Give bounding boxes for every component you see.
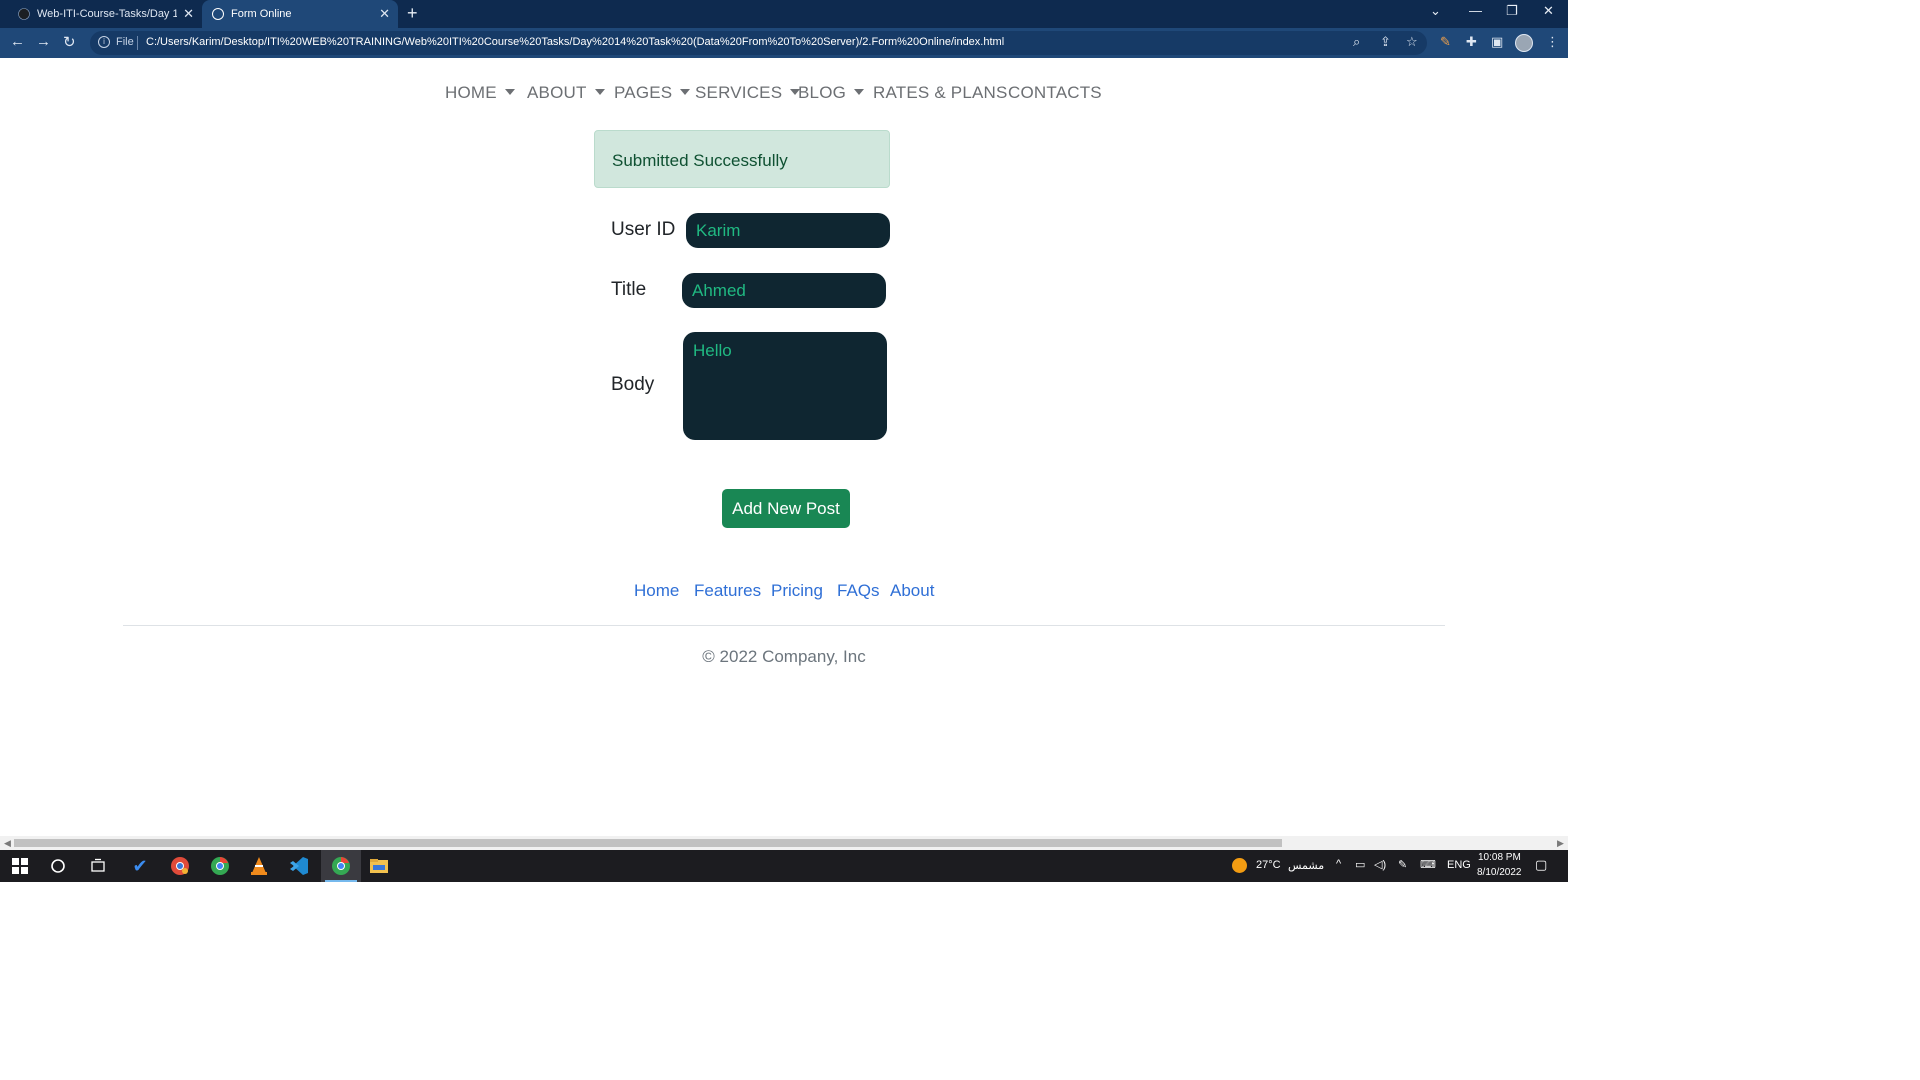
reload-icon[interactable]: ↻ [63, 33, 76, 51]
footer-divider [123, 625, 1445, 626]
nav-label: ABOUT [527, 83, 587, 102]
share-icon[interactable]: ⇪ [1380, 34, 1391, 50]
notifications-icon[interactable]: ▢ [1535, 857, 1547, 873]
menu-icon[interactable]: ⋮ [1546, 34, 1559, 50]
minimize-icon[interactable]: — [1469, 3, 1482, 18]
weather-sun-icon[interactable] [1232, 858, 1247, 873]
browser-titlebar: Web-ITI-Course-Tasks/Day 14 Ta ✕ Form On… [0, 0, 1568, 28]
bookmark-star-icon[interactable]: ☆ [1406, 34, 1418, 50]
clock-date[interactable]: 8/10/2022 [1477, 867, 1522, 878]
caret-down-icon [594, 89, 605, 95]
scroll-left-icon[interactable]: ◀ [4, 838, 11, 849]
nav-item-home[interactable]: HOME [445, 83, 515, 103]
start-icon[interactable] [10, 856, 30, 876]
extensions-icon[interactable]: ✚ [1466, 34, 1477, 50]
tab-form-online[interactable]: Form Online ✕ [202, 0, 398, 28]
show-hidden-icons-icon[interactable]: ^ [1336, 858, 1341, 870]
nav-item-rates-plans[interactable]: RATES & PLANS [873, 83, 1008, 103]
scrollbar-thumb[interactable] [14, 839, 1282, 847]
web-page: HOME ABOUT PAGES SERVICES BLOG RATES & P… [0, 58, 1568, 836]
nav-label: SERVICES [695, 83, 783, 102]
footer-link-home[interactable]: Home [634, 581, 679, 601]
restore-icon[interactable]: ❐ [1506, 3, 1518, 19]
add-new-post-button[interactable]: Add New Post [722, 489, 850, 528]
file-explorer-icon[interactable] [369, 856, 389, 876]
footer-navigation: Home Features Pricing FAQs About [0, 581, 1568, 605]
caret-down-icon [680, 89, 691, 95]
zoom-icon[interactable]: ⌕ [1353, 34, 1360, 50]
body-label: Body [611, 374, 655, 395]
tab-github[interactable]: Web-ITI-Course-Tasks/Day 14 Ta ✕ [18, 0, 202, 28]
pen-extension-icon[interactable]: ✎ [1440, 34, 1451, 50]
close-window-icon[interactable]: ✕ [1543, 3, 1554, 19]
chrome-active-icon[interactable] [331, 856, 351, 876]
keyboard-icon[interactable]: ⌨ [1420, 858, 1436, 871]
footer-link-faqs[interactable]: FAQs [837, 581, 880, 601]
footer-link-pricing[interactable]: Pricing [771, 581, 823, 601]
footer-link-features[interactable]: Features [694, 581, 761, 601]
back-icon[interactable]: ← [10, 33, 25, 50]
url-text[interactable]: C:/Users/Karim/Desktop/ITI%20WEB%20TRAIN… [146, 36, 1004, 48]
address-bar[interactable]: i File C:/Users/Karim/Desktop/ITI%20WEB%… [90, 31, 1427, 55]
nav-label: PAGES [614, 83, 673, 102]
title-input[interactable] [682, 273, 886, 308]
side-panel-icon[interactable]: ▣ [1491, 34, 1503, 50]
chrome-canary-icon[interactable] [170, 856, 190, 876]
horizontal-scrollbar[interactable]: ◀ ▶ [0, 836, 1568, 850]
tab-title: Form Online [231, 8, 292, 20]
nav-item-about[interactable]: ABOUT [527, 83, 605, 103]
pen-tray-icon[interactable]: ✎ [1398, 858, 1407, 871]
network-icon[interactable]: ▭ [1355, 858, 1365, 871]
user-id-label: User ID [611, 219, 676, 240]
nav-item-contacts[interactable]: CONTACTS [1008, 83, 1102, 103]
body-textarea[interactable]: Hello [683, 332, 887, 440]
copyright-text: © 2022 Company, Inc [702, 647, 866, 666]
globe-icon [212, 8, 224, 20]
clock-time[interactable]: 10:08 PM [1478, 852, 1521, 863]
info-icon[interactable]: i [98, 36, 110, 48]
main-navigation: HOME ABOUT PAGES SERVICES BLOG RATES & P… [0, 83, 1568, 107]
tab-title: Web-ITI-Course-Tasks/Day 14 Ta [37, 8, 177, 20]
caret-down-icon [504, 89, 515, 95]
profile-avatar[interactable] [1515, 34, 1533, 52]
windows-taskbar: ✔ 27°C مشمس ^ ▭ ◁) ✎ ⌨ ENG 10:08 PM 8/10… [0, 850, 1568, 882]
nav-label: HOME [445, 83, 497, 102]
success-alert: Submitted Successfully [594, 130, 890, 188]
volume-icon[interactable]: ◁) [1374, 858, 1386, 871]
scroll-right-icon[interactable]: ▶ [1557, 838, 1564, 849]
weather-temperature[interactable]: 27°C [1256, 859, 1281, 871]
nav-item-services[interactable]: SERVICES [695, 83, 801, 103]
search-icon[interactable] [48, 856, 68, 876]
vscode-icon[interactable] [289, 856, 309, 876]
nav-item-blog[interactable]: BLOG [798, 83, 865, 103]
weather-description[interactable]: مشمس [1288, 859, 1324, 872]
footer-link-about[interactable]: About [890, 581, 934, 601]
nav-label: BLOG [798, 83, 847, 102]
scheme-label: File [116, 36, 134, 48]
vlc-icon[interactable] [249, 856, 269, 876]
divider [137, 36, 138, 50]
todo-icon[interactable]: ✔ [130, 856, 150, 876]
github-icon [18, 8, 30, 20]
forward-icon[interactable]: → [36, 33, 51, 50]
title-label: Title [611, 279, 647, 300]
close-tab-icon[interactable]: ✕ [183, 6, 194, 22]
tab-search-icon[interactable]: ⌄ [1430, 3, 1441, 19]
chrome-icon[interactable] [210, 856, 230, 876]
caret-down-icon [854, 89, 865, 95]
new-tab-icon[interactable]: + [407, 3, 418, 24]
close-tab-icon[interactable]: ✕ [379, 6, 390, 22]
user-id-input[interactable] [686, 213, 890, 248]
language-indicator[interactable]: ENG [1447, 859, 1471, 871]
task-view-icon[interactable] [88, 856, 108, 876]
nav-item-pages[interactable]: PAGES [614, 83, 691, 103]
browser-toolbar: ← → ↻ i File C:/Users/Karim/Desktop/ITI%… [0, 28, 1568, 58]
